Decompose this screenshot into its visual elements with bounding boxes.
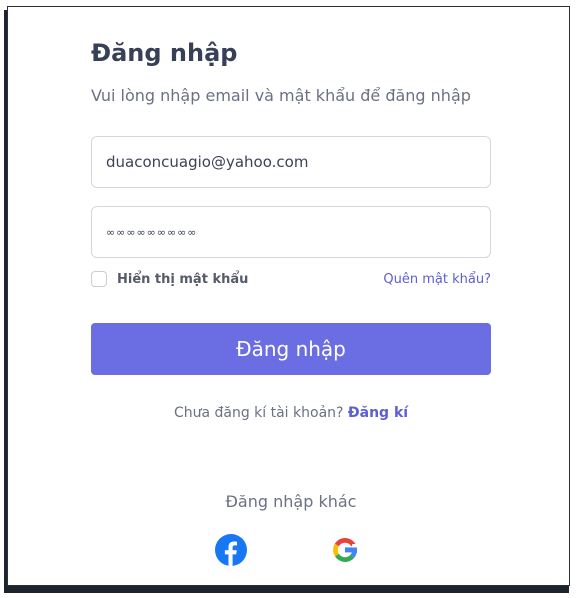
options-row: Hiển thị mật khẩu Quên mật khẩu? [91, 271, 491, 291]
forgot-password-link[interactable]: Quên mật khẩu? [383, 272, 491, 287]
page-subtitle: Vui lòng nhập email và mật khẩu để đăng … [91, 86, 471, 105]
password-input[interactable] [91, 206, 491, 258]
google-icon [333, 538, 358, 562]
signup-link[interactable]: Đăng kí [348, 405, 408, 421]
login-card: Đăng nhập Vui lòng nhập email và mật khẩ… [7, 6, 570, 586]
no-account-text: Chưa đăng kí tài khoản? [173, 405, 344, 421]
facebook-login-button[interactable] [215, 534, 247, 566]
show-password-checkbox[interactable] [91, 271, 107, 287]
google-login-button[interactable] [329, 534, 361, 566]
signup-row: Chưa đăng kí tài khoản? Đăng kí [91, 405, 491, 421]
email-input[interactable] [91, 136, 491, 188]
facebook-icon [215, 534, 247, 566]
page-title: Đăng nhập [91, 39, 238, 67]
show-password-label[interactable]: Hiển thị mật khẩu [117, 272, 248, 287]
login-button[interactable]: Đăng nhập [91, 323, 491, 375]
other-login-label: Đăng nhập khác [225, 492, 357, 511]
